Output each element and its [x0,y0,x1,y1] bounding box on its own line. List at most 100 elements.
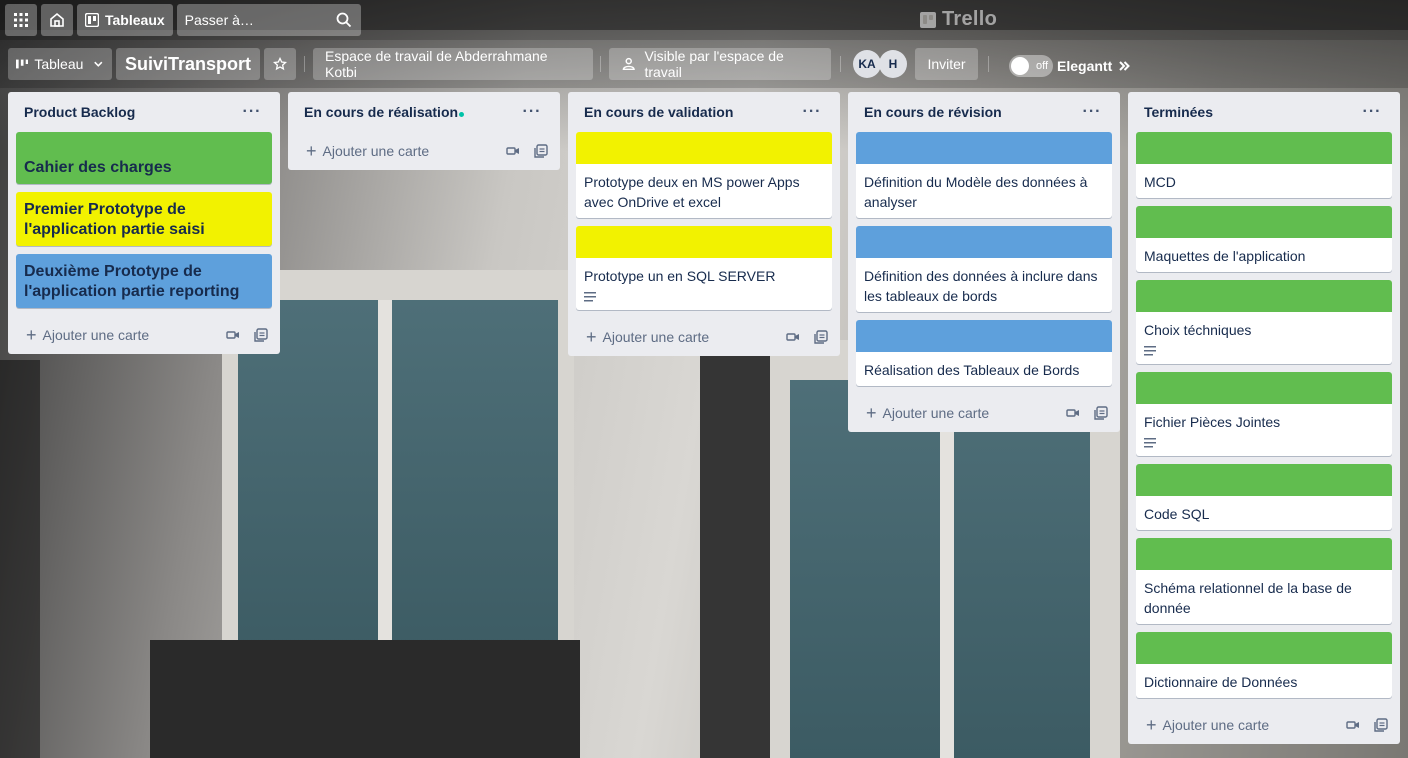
list-card[interactable]: MCD [1136,132,1392,198]
card-cover [576,132,832,164]
list-card[interactable]: Réalisation des Tableaux de Bords [856,320,1112,386]
board-icon [85,13,99,27]
more-options-icon[interactable]: ··· [800,103,824,121]
card-title: Définition des données à inclure dans le… [864,268,1098,304]
member-avatar[interactable]: H [879,50,907,78]
visibility-button[interactable]: Visible par l'espace de travail [609,48,831,80]
add-card-row: + Ajouter une carte [296,132,552,170]
plus-icon: + [1146,715,1157,735]
board-view-label: Tableau [34,56,84,72]
add-card-label: Ajouter une carte [42,327,150,343]
add-card-tools [506,144,550,158]
trello-logo[interactable]: Trello [920,8,997,31]
plus-icon: + [26,325,37,345]
list-title[interactable]: En cours de réalisation [304,104,465,120]
card-cover [1136,372,1392,404]
boards-button[interactable]: Tableaux [77,4,173,36]
add-card-label: Ajouter une carte [322,143,430,159]
list-card[interactable]: Premier Prototype de l'application parti… [16,192,272,246]
elegantt-toggle[interactable]: off [1009,55,1053,77]
card-cover [1136,464,1392,496]
add-card-button[interactable]: + Ajouter une carte [586,328,709,346]
add-card-button[interactable]: + Ajouter une carte [26,326,149,344]
card-badges [1136,438,1392,456]
card-cover [856,226,1112,258]
more-options-icon[interactable]: ··· [1080,103,1104,121]
add-card-tools [786,330,830,344]
elegantt-powerup-button[interactable]: Elegantt [1057,58,1131,74]
list-title[interactable]: Product Backlog [24,104,135,120]
list-card[interactable]: Dictionnaire de Données [1136,632,1392,698]
video-icon[interactable] [1066,406,1080,420]
list-header: En cours de validation ··· [576,92,832,132]
visibility-label: Visible par l'espace de travail [644,48,784,80]
add-card-row: + Ajouter une carte [856,394,1112,432]
template-card-icon[interactable] [1374,718,1388,732]
divider [304,56,305,72]
video-icon[interactable] [1346,718,1360,732]
template-card-icon[interactable] [1094,406,1108,420]
add-card-button[interactable]: + Ajouter une carte [306,142,429,160]
workspace-button[interactable]: Espace de travail de Abderrahmane Kotbi [313,48,593,80]
video-icon[interactable] [226,328,240,342]
more-options-icon[interactable]: ··· [520,103,544,121]
apps-grid-icon[interactable] [5,4,37,36]
list-title[interactable]: En cours de révision [864,104,1002,120]
list: En cours de validation ··· Prototype deux … [568,92,840,356]
home-button[interactable] [41,4,73,36]
card-title: Prototype un en SQL SERVER [584,268,776,284]
description-icon [584,292,596,302]
video-icon[interactable] [786,330,800,344]
board-view-switcher[interactable]: Tableau [8,48,112,80]
card-title: Fichier Pièces Jointes [1144,414,1281,430]
list-title[interactable]: En cours de validation [584,104,733,120]
video-icon[interactable] [506,144,520,158]
list-card[interactable]: Prototype un en SQL SERVER [576,226,832,310]
list-card[interactable]: Code SQL [1136,464,1392,530]
top-navigation-bar: Tableaux Trello [0,0,1408,40]
description-icon [1144,346,1156,356]
card-title: Code SQL [1144,506,1210,522]
add-card-row: + Ajouter une carte [1136,706,1392,744]
add-card-row: + Ajouter une carte [576,318,832,356]
list-title[interactable]: Terminées [1144,104,1213,120]
more-options-icon[interactable]: ··· [1360,103,1384,121]
list-card[interactable]: Définition du Modèle des données à analy… [856,132,1112,218]
list-card[interactable]: Choix téchniques [1136,280,1392,364]
card-title: Deuxième Prototype de l'application part… [24,263,240,300]
invite-button[interactable]: Inviter [915,48,978,80]
list-card[interactable]: Maquettes de l'application [1136,206,1392,272]
board-title[interactable]: SuiviTransport [116,48,260,80]
card-title: Définition du Modèle des données à analy… [864,174,1088,210]
add-card-button[interactable]: + Ajouter une carte [866,404,989,422]
template-card-icon[interactable] [534,144,548,158]
add-card-label: Ajouter une carte [1162,717,1270,733]
star-icon [273,57,287,71]
card-cover [1136,206,1392,238]
card-title: Prototype deux en MS power Apps avec OnD… [584,174,800,210]
list-card[interactable]: Définition des données à inclure dans le… [856,226,1112,312]
add-card-button[interactable]: + Ajouter une carte [1146,716,1269,734]
home-icon [50,12,64,27]
search-input[interactable] [184,12,325,28]
card-title: Schéma relationnel de la base de donnée [1144,580,1352,616]
card-cover [1136,132,1392,164]
add-card-tools [1346,718,1390,732]
list-header: En cours de réalisation ··· [296,92,552,132]
card-cover [1136,280,1392,312]
list-card[interactable]: Prototype deux en MS power Apps avec OnD… [576,132,832,218]
list-card[interactable]: Deuxième Prototype de l'application part… [16,254,272,308]
boards-button-label: Tableaux [105,12,165,28]
list-card[interactable]: Schéma relationnel de la base de donnée [1136,538,1392,624]
template-card-icon[interactable] [254,328,268,342]
list-card[interactable]: Cahier des charges [16,132,272,184]
search-icon[interactable] [336,12,352,28]
add-card-label: Ajouter une carte [602,329,710,345]
list-card[interactable]: Fichier Pièces Jointes [1136,372,1392,456]
search-box[interactable] [176,4,361,36]
star-button[interactable] [264,48,296,80]
template-card-icon[interactable] [814,330,828,344]
more-options-icon[interactable]: ··· [240,103,264,121]
list: En cours de révision ··· Définition du Mod… [848,92,1120,432]
member-avatar[interactable]: KA [853,50,881,78]
